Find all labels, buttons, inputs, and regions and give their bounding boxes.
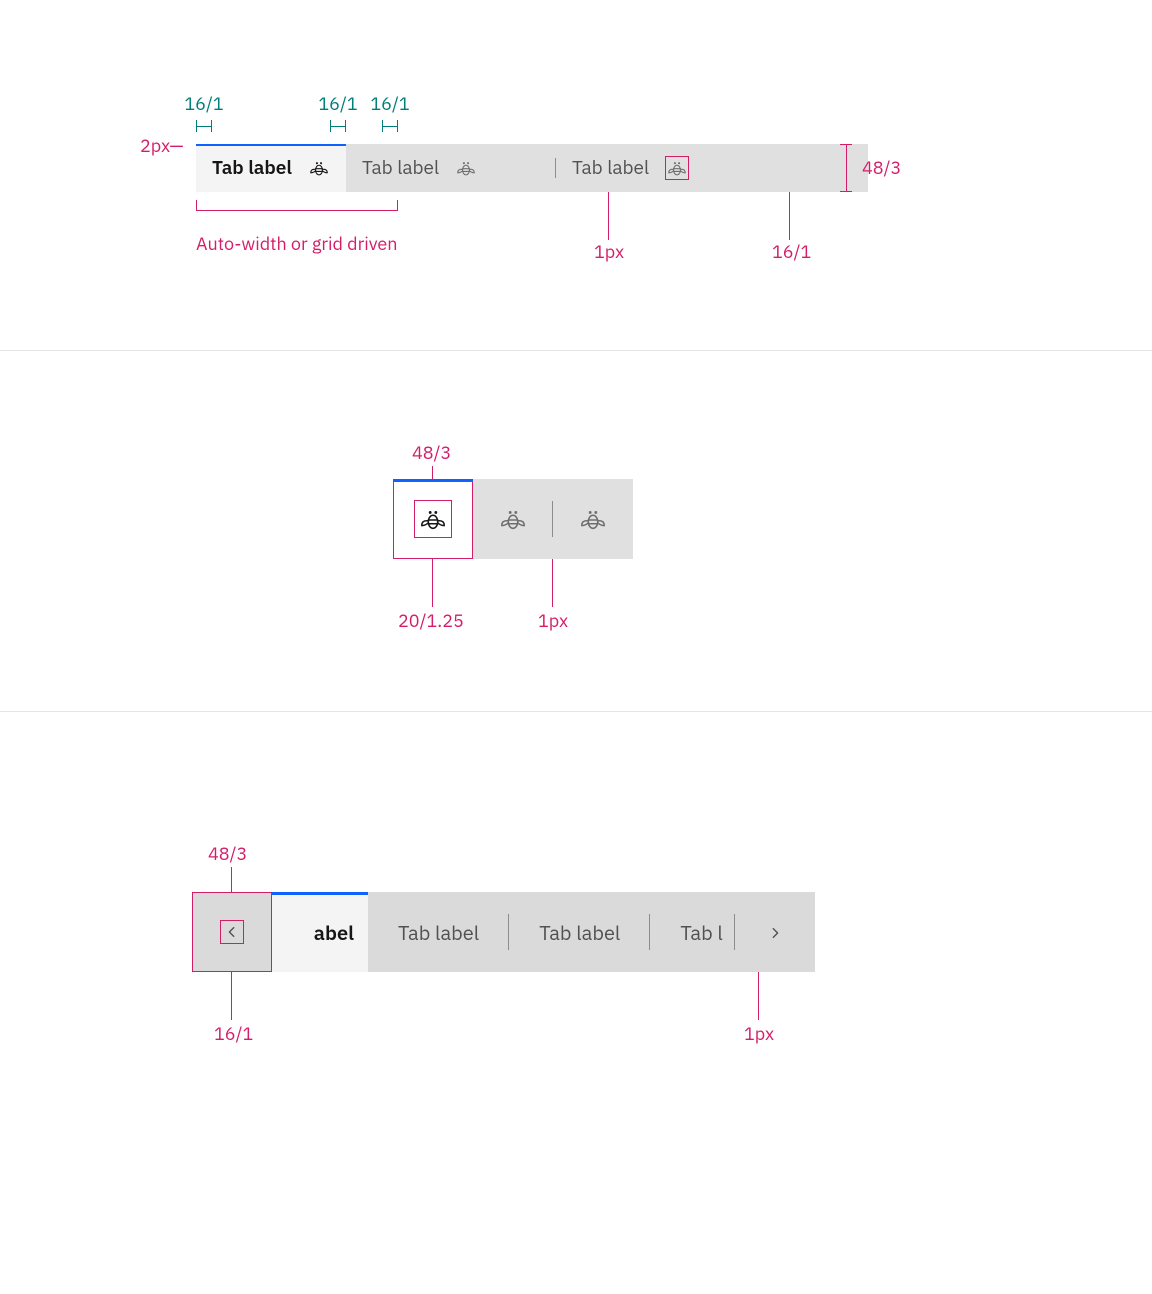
pointer-line — [432, 466, 433, 479]
pointer-line — [552, 559, 553, 607]
width-bracket — [196, 200, 398, 210]
tab-label: Tab label — [362, 156, 439, 180]
icon-size-label: 16/1 — [772, 240, 811, 263]
tab-label: Tab label — [572, 156, 649, 180]
size-label: 48/3 — [412, 441, 451, 464]
bee-icon — [578, 504, 608, 534]
bee-icon — [455, 157, 477, 179]
height-dim — [840, 144, 852, 192]
divider-label: 1px — [538, 609, 568, 632]
tab-label: Tab label — [398, 919, 479, 946]
figure-tabs-with-labels: 16/1 16/1 16/1 2px— Tab label Tab label … — [0, 0, 1152, 350]
tab-label-fragment: abel — [314, 919, 354, 946]
pointer-line — [432, 559, 433, 607]
tab[interactable]: Tab label — [368, 892, 509, 972]
pointer-line — [789, 192, 790, 240]
divider-label: 1px — [744, 1022, 774, 1045]
bee-icon — [498, 504, 528, 534]
chevron-left-icon — [220, 920, 244, 944]
tab-label: Tab label — [539, 919, 620, 946]
bee-icon — [308, 157, 330, 179]
pointer-line — [758, 972, 759, 1020]
tab[interactable]: Tab label — [556, 144, 766, 192]
pointer-line — [608, 192, 609, 240]
top-border-label: 2px— — [140, 134, 184, 157]
pointer-line — [231, 867, 232, 892]
auto-width-note: Auto-width or grid driven — [196, 232, 398, 255]
divider-label: 1px — [594, 240, 624, 263]
spacing-label: 16/1 — [318, 92, 358, 115]
dim-marker — [330, 120, 346, 132]
chevron-right-icon — [768, 919, 782, 946]
figure-icon-only-tabs: 48/3 20/1.25 1px — [0, 351, 1152, 711]
pointer-line — [231, 972, 232, 1020]
icon-tab[interactable] — [553, 479, 633, 559]
button-size-label: 48/3 — [208, 842, 247, 865]
tab-partial[interactable]: Tab l — [650, 892, 734, 972]
tab-selected-partial[interactable]: abel — [272, 892, 368, 972]
dim-marker — [382, 120, 398, 132]
tabs-row: Tab label Tab label Tab label — [196, 144, 868, 192]
scrollable-tabs-row: abel Tab label Tab label Tab l — [192, 892, 815, 972]
bee-icon-spec-highlight — [414, 500, 452, 538]
scroll-next-button[interactable] — [735, 892, 815, 972]
scroll-prev-button[interactable] — [192, 892, 272, 972]
icon-size-label: 20/1.25 — [398, 609, 464, 632]
icon-tab[interactable] — [473, 479, 553, 559]
tab-overflow — [766, 144, 868, 192]
chevron-size-label: 16/1 — [214, 1022, 253, 1045]
tab[interactable]: Tab label — [346, 144, 556, 192]
tab-selected[interactable]: Tab label — [196, 144, 346, 192]
tab-label: Tab label — [212, 156, 292, 180]
dim-marker — [196, 120, 212, 132]
figure-scrollable-tabs: 48/3 abel Tab label Tab label Tab l — [0, 712, 1152, 1112]
spacing-label: 16/1 — [184, 92, 224, 115]
tab[interactable]: Tab label — [509, 892, 650, 972]
icon-tab-selected[interactable] — [393, 479, 473, 559]
bee-icon-spec-highlight — [665, 156, 689, 180]
icon-tabs-row — [393, 479, 633, 559]
tab-label: Tab l — [680, 919, 722, 946]
spacing-label: 16/1 — [370, 92, 410, 115]
height-label: 48/3 — [862, 156, 901, 179]
